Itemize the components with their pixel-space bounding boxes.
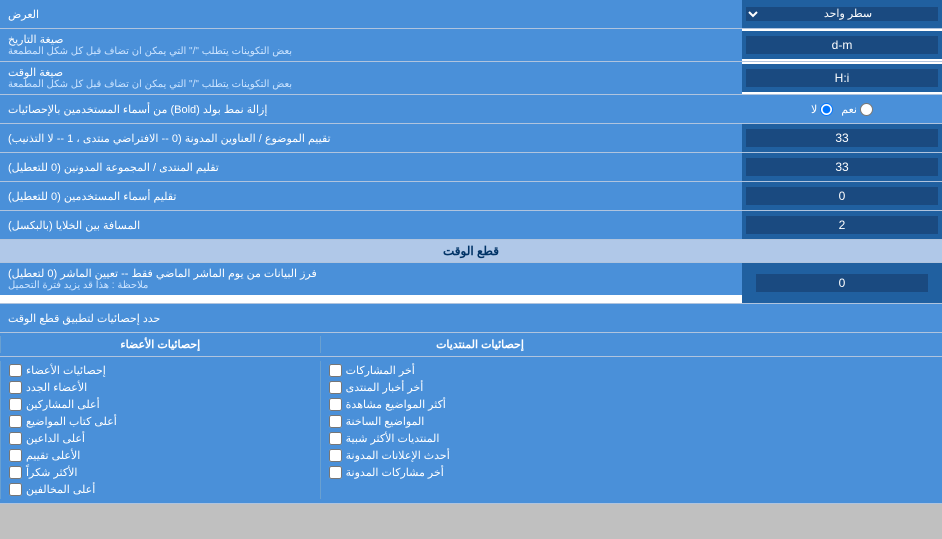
bold-no-radio[interactable] [820,103,833,116]
display-label: العرض [0,0,742,28]
list-item: أعلى المشاركين [9,397,312,412]
members-cb-6[interactable] [9,466,22,479]
topics-order-input-wrapper [742,124,942,152]
time-format-input-wrapper [742,64,942,92]
topics-order-input[interactable] [746,129,938,147]
forum-order-input[interactable] [746,158,938,176]
date-format-input[interactable] [746,36,938,54]
cell-gap-input[interactable] [746,216,938,234]
members-cb-4[interactable] [9,432,22,445]
users-order-input-wrapper [742,182,942,210]
posts-cb-6[interactable] [329,466,342,479]
list-item: أكثر المواضيع مشاهدة [329,397,632,412]
list-item: الأكثر شكراً [9,465,312,480]
stats-posts-header: إحصائيات المنتديات [320,336,640,353]
time-format-label: صيغة الوقت بعض التكوينات يتطلب "/" التي … [0,62,742,94]
bold-remove-radio-cell: نعم لا [742,95,942,123]
cutoff-label: فرز البيانات من يوم الماشر الماضي فقط --… [0,263,742,295]
date-format-label: صيغة التاريخ بعض التكوينات يتطلب "/" الت… [0,29,742,61]
posts-cb-1[interactable] [329,381,342,394]
stats-apply-label: حدد إحصائيات لتطبيق قطع الوقت [0,304,742,332]
date-format-title: صيغة التاريخ [8,33,63,46]
bold-yes-label[interactable]: نعم [841,103,873,116]
list-item: الأعلى تقييم [9,448,312,463]
stats-members-header: إحصائيات الأعضاء [0,336,320,353]
time-format-input[interactable] [746,69,938,87]
list-item: إحصائيات الأعضاء [9,363,312,378]
stats-headers-row: إحصائيات المنتديات إحصائيات الأعضاء [0,333,942,357]
list-item: المواضيع الساخنة [329,414,632,429]
cutoff-section-header: قطع الوقت [0,240,942,263]
list-item: أخر أخبار المنتدى [329,380,632,395]
topics-order-label: تقييم الموضوع / العناوين المدونة (0 -- ا… [0,124,742,152]
forum-order-label: تقليم المنتدى / المجموعة المدونين (0 للت… [0,153,742,181]
time-format-note: بعض التكوينات يتطلب "/" التي يمكن ان تضا… [8,79,292,90]
members-cb-0[interactable] [9,364,22,377]
display-select[interactable]: سطر واحد سطرين ثلاثة أسطر [746,7,938,21]
posts-cb-2[interactable] [329,398,342,411]
bold-remove-label: إزالة نمط بولد (Bold) من أسماء المستخدمي… [0,95,742,123]
members-cb-3[interactable] [9,415,22,428]
forum-order-input-wrapper [742,153,942,181]
list-item: أحدث الإعلانات المدونة [329,448,632,463]
list-item: الأعضاء الجدد [9,380,312,395]
posts-cb-5[interactable] [329,449,342,462]
cutoff-main-label: فرز البيانات من يوم الماشر الماضي فقط --… [8,267,317,280]
members-cb-7[interactable] [9,483,22,496]
posts-cb-4[interactable] [329,432,342,445]
users-order-label: تقليم أسماء المستخدمين (0 للتعطيل) [0,182,742,210]
posts-checkboxes-col: أخر المشاركات أخر أخبار المنتدى أكثر الم… [320,361,640,499]
date-format-note: بعض التكوينات يتطلب "/" التي يمكن ان تضا… [8,46,292,57]
cutoff-input-wrapper [742,263,942,303]
list-item: أعلى كتاب المواضيع [9,414,312,429]
members-cb-5[interactable] [9,449,22,462]
users-order-input[interactable] [746,187,938,205]
list-item: أخر المشاركات [329,363,632,378]
members-checkboxes-col: إحصائيات الأعضاء الأعضاء الجدد أعلى المش… [0,361,320,499]
bold-no-label[interactable]: لا [811,103,833,116]
time-format-title: صيغة الوقت [8,66,63,79]
cell-gap-label: المسافة بين الخلايا (بالبكسل) [0,211,742,239]
checkboxes-area: أخر المشاركات أخر أخبار المنتدى أكثر الم… [0,357,942,504]
list-item: أعلى المخالفين [9,482,312,497]
cutoff-input[interactable] [756,274,929,292]
date-format-input-wrapper [742,31,942,59]
posts-cb-3[interactable] [329,415,342,428]
posts-cb-0[interactable] [329,364,342,377]
list-item: المنتديات الأكثر شبية [329,431,632,446]
display-select-wrapper: سطر واحد سطرين ثلاثة أسطر [742,0,942,28]
bold-yes-radio[interactable] [860,103,873,116]
list-item: أخر مشاركات المدونة [329,465,632,480]
list-item: أعلى الداعين [9,431,312,446]
members-cb-2[interactable] [9,398,22,411]
members-cb-1[interactable] [9,381,22,394]
cutoff-note: ملاحظة : هذا قد يزيد فترة التحميل [8,280,148,291]
cell-gap-input-wrapper [742,211,942,239]
